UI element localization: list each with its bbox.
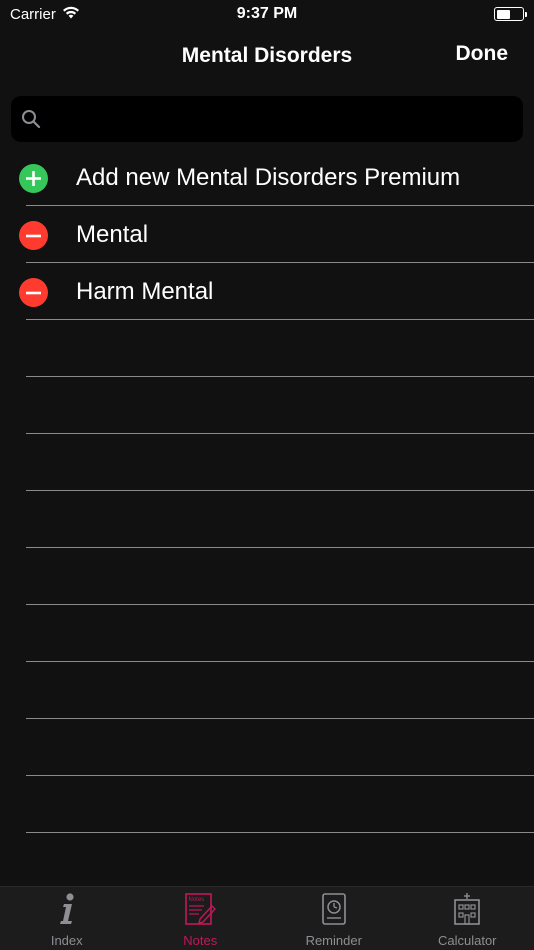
list-item-add[interactable]: Add new Mental Disorders Premium: [0, 149, 534, 206]
empty-row: [0, 605, 534, 662]
empty-row: [0, 719, 534, 776]
battery-level: [496, 9, 511, 19]
done-button[interactable]: Done: [456, 42, 509, 66]
list-item[interactable]: Harm Mental: [0, 263, 534, 320]
empty-row: [0, 662, 534, 719]
tab-label: Notes: [183, 933, 218, 948]
tab-reminder[interactable]: Reminder: [267, 887, 401, 950]
tab-label: Reminder: [305, 933, 362, 948]
search-bar[interactable]: [11, 96, 523, 142]
tab-bar: Index Notes Notes Reminder Calculator: [0, 886, 534, 950]
page-title: Mental Disorders: [181, 44, 353, 67]
empty-row: [0, 434, 534, 491]
svg-text:Notes: Notes: [189, 897, 205, 903]
status-time: 9:37 PM: [236, 5, 298, 22]
carrier-label: Carrier: [10, 5, 56, 23]
status-left: Carrier: [10, 6, 80, 23]
list-item-label: Harm Mental: [76, 278, 214, 305]
reminder-icon: [321, 893, 347, 930]
empty-row: [0, 776, 534, 833]
list-item-label: Mental: [76, 221, 149, 248]
tab-label: Index: [50, 933, 83, 948]
search-input[interactable]: [41, 96, 523, 142]
search-icon: [21, 109, 41, 129]
delete-icon[interactable]: [19, 221, 48, 250]
empty-row: [0, 548, 534, 605]
tab-label: Calculator: [437, 933, 497, 948]
empty-row: [0, 320, 534, 377]
calculator-icon: [452, 893, 482, 930]
delete-icon[interactable]: [19, 278, 48, 307]
wifi-icon: [62, 6, 80, 23]
navigation-bar: Mental Disorders Done: [0, 28, 534, 84]
status-bar: Carrier 9:37 PM: [0, 0, 534, 28]
tab-notes[interactable]: Notes Notes: [134, 887, 268, 950]
empty-rows: [0, 320, 534, 890]
battery-icon: [494, 7, 527, 21]
notes-list: Add new Mental Disorders Premium Mental …: [0, 149, 534, 890]
list-item[interactable]: Mental: [0, 206, 534, 263]
empty-row: [0, 833, 534, 890]
screen: Carrier 9:37 PM Mental Disorders Done Ad…: [0, 0, 534, 950]
list-item-label: Add new Mental Disorders Premium: [76, 164, 461, 191]
tab-index[interactable]: Index: [0, 887, 134, 950]
notes-icon: Notes: [184, 893, 217, 930]
add-icon[interactable]: [19, 164, 48, 193]
empty-row: [0, 377, 534, 434]
empty-row: [0, 491, 534, 548]
info-icon: [53, 893, 81, 930]
tab-calculator[interactable]: Calculator: [401, 887, 534, 950]
